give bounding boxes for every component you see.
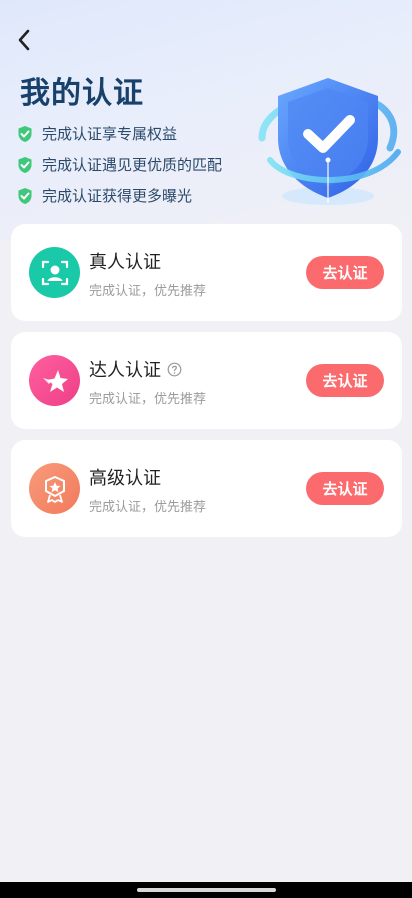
home-indicator[interactable]: [137, 888, 276, 892]
chevron-left-icon: [18, 29, 30, 51]
go-verify-button[interactable]: 去认证: [306, 364, 384, 397]
help-icon[interactable]: [167, 362, 182, 377]
card-title: 真人认证: [89, 248, 161, 274]
benefit-text: 完成认证遇见更优质的匹配: [42, 156, 223, 174]
card-title-text: 高级认证: [89, 468, 161, 489]
card-title: 高级认证: [89, 464, 161, 490]
card-premium-verification: 高级认证 完成认证，优先推荐 去认证: [11, 440, 402, 537]
card-title-text: 达人认证: [89, 360, 161, 381]
card-subtitle: 完成认证，优先推荐: [89, 392, 207, 407]
go-verify-button[interactable]: 去认证: [306, 256, 384, 289]
benefit-text: 完成认证获得更多曝光: [42, 187, 193, 205]
page-title: 我的认证: [20, 76, 144, 111]
card-title: 达人认证: [89, 356, 182, 382]
check-icon: [16, 156, 34, 174]
card-subtitle: 完成认证，优先推荐: [89, 500, 207, 515]
shield-check-icon: [258, 78, 401, 205]
face-scan-icon: [29, 247, 80, 298]
card-real-person-verification: 真人认证 完成认证，优先推荐 去认证: [11, 224, 402, 321]
medal-icon: [29, 463, 80, 514]
check-icon: [16, 187, 34, 205]
back-button[interactable]: [12, 28, 36, 52]
star-icon: [29, 355, 80, 406]
card-title-text: 真人认证: [89, 252, 161, 273]
go-verify-button[interactable]: 去认证: [306, 472, 384, 505]
check-icon: [16, 125, 34, 143]
card-subtitle: 完成认证，优先推荐: [89, 284, 207, 299]
benefit-list: 完成认证享专属权益 完成认证遇见更优质的匹配 完成认证获得更多曝光: [16, 118, 222, 211]
benefit-text: 完成认证享专属权益: [42, 125, 178, 143]
benefit-item: 完成认证获得更多曝光: [16, 180, 222, 211]
benefit-item: 完成认证享专属权益: [16, 118, 222, 149]
card-expert-verification: 达人认证 完成认证，优先推荐 去认证: [11, 332, 402, 429]
benefit-item: 完成认证遇见更优质的匹配: [16, 149, 222, 180]
